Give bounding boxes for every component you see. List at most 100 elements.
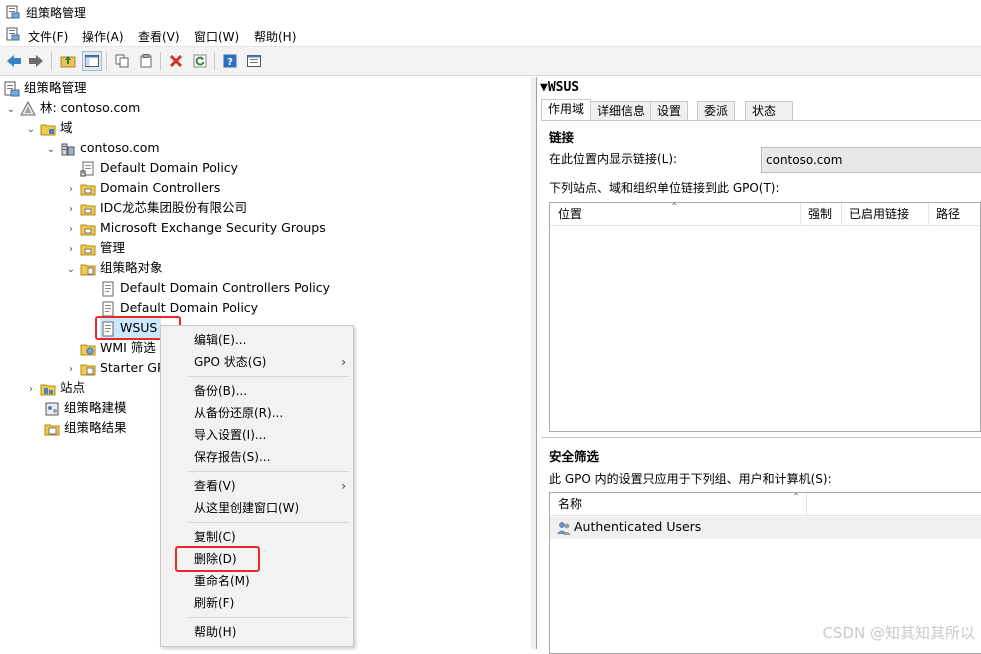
column-link-enabled[interactable]: 已启用链接 <box>849 203 909 225</box>
scope-tab-panel: 链接 在此位置内显示链接(L): contoso.com 下列站点、域和组织单位… <box>541 120 981 654</box>
tree-node-starter[interactable]: › Starter GP <box>66 358 165 378</box>
starter-icon <box>80 364 96 375</box>
chevron-down-icon[interactable]: ⌄ <box>66 260 76 280</box>
links-location-combo[interactable]: contoso.com <box>761 147 981 173</box>
menu-item-new-window[interactable]: 从这里创建窗口(W) <box>194 498 299 518</box>
sort-up-icon: ⌃ <box>670 202 679 213</box>
gpm-icon <box>4 81 20 96</box>
links-section-title: 链接 <box>549 130 575 145</box>
menu-bar: 文件(F) 操作(A) 查看(V) 窗口(W) 帮助(H) <box>0 24 981 46</box>
tab-status[interactable]: 状态 <box>745 101 793 122</box>
table-row[interactable]: Authenticated Users <box>550 517 981 539</box>
column-path[interactable]: 路径 <box>936 203 960 225</box>
tree-node-domains[interactable]: ⌄ 域 <box>26 118 72 138</box>
tree-label: WMI 筛选 <box>99 340 156 355</box>
ou-icon <box>80 244 96 255</box>
wmi-icon <box>80 344 96 355</box>
tree-label: Domain Controllers <box>99 180 221 195</box>
delete-x-icon[interactable] <box>166 51 186 71</box>
security-section-title: 安全筛选 <box>549 449 600 464</box>
menu-item-gpo-status[interactable]: GPO 状态(G) › <box>194 352 346 372</box>
tree-label: Microsoft Exchange Security Groups <box>99 220 326 235</box>
folder-icon <box>80 264 96 275</box>
context-menu: 编辑(E)... GPO 状态(G) › 备份(B)... 从备份还原(R)...… <box>160 325 354 647</box>
show-tree-icon[interactable] <box>82 51 102 71</box>
copy-icon[interactable] <box>112 51 132 71</box>
chevron-right-icon[interactable]: › <box>66 360 76 380</box>
modeling-icon <box>45 402 59 415</box>
tree-node-modeling[interactable]: 组策略建模 <box>44 398 127 418</box>
forward-arrow-icon[interactable] <box>26 51 46 71</box>
tree-node-domain[interactable]: ⌄ contoso.com <box>46 138 160 158</box>
domain-icon <box>61 143 75 155</box>
menu-help[interactable]: 帮助(H) <box>252 27 298 46</box>
tree-node-default-domain-policy-link[interactable]: Default Domain Policy <box>80 158 238 178</box>
properties-icon[interactable] <box>244 51 264 71</box>
menu-item-help[interactable]: 帮助(H) <box>194 622 236 642</box>
svg-text:?: ? <box>227 57 233 68</box>
tree-label: 林: contoso.com <box>39 100 141 115</box>
links-grid[interactable]: 位置 ⌃ 强制 已启用链接 路径 <box>549 202 981 432</box>
menu-item-restore[interactable]: 从备份还原(R)... <box>194 403 283 423</box>
tree-label: 组策略对象 <box>99 260 163 275</box>
tree-node-forest[interactable]: ⌄ 林: contoso.com <box>6 98 140 118</box>
results-icon <box>44 424 60 435</box>
menu-item-save-report[interactable]: 保存报告(S)... <box>194 447 270 467</box>
paste-icon[interactable] <box>136 51 156 71</box>
watermark: CSDN @知其知其所以 <box>822 624 975 642</box>
tab-delegation[interactable]: 委派 <box>697 101 736 122</box>
tree-node-manage[interactable]: › 管理 <box>66 238 125 258</box>
column-name[interactable]: 名称 <box>558 493 582 515</box>
tree-node-gpo-ddcp[interactable]: Default Domain Controllers Policy <box>100 278 330 298</box>
chevron-right-icon: › <box>341 479 346 493</box>
window-title: 组策略管理 <box>26 6 87 20</box>
tab-details[interactable]: 详细信息 <box>590 101 653 122</box>
tree-node-sites[interactable]: › 站点 <box>26 378 85 398</box>
tree-label: Default Domain Policy <box>99 160 239 175</box>
tree-label: contoso.com <box>79 140 160 155</box>
tree-node-results[interactable]: 组策略结果 <box>44 418 127 438</box>
chevron-down-icon[interactable]: ⌄ <box>26 120 36 140</box>
tab-scope[interactable]: 作用域 <box>541 99 592 122</box>
menu-file[interactable]: 文件(F) <box>26 27 70 46</box>
links-desc: 下列站点、域和组织单位链接到此 GPO(T): <box>549 181 780 195</box>
chevron-right-icon[interactable]: › <box>66 240 76 260</box>
refresh-icon[interactable] <box>190 51 210 71</box>
column-enforced[interactable]: 强制 <box>808 203 832 225</box>
tree-node-exchange-groups[interactable]: › Microsoft Exchange Security Groups <box>66 218 326 238</box>
chevron-right-icon[interactable]: › <box>66 200 76 220</box>
menu-window[interactable]: 窗口(W) <box>192 27 241 46</box>
menu-action[interactable]: 操作(A) <box>80 27 126 46</box>
menu-item-label: GPO 状态(G) <box>194 355 267 369</box>
highlight-delete <box>175 546 260 572</box>
menu-item-view[interactable]: 查看(V) › <box>194 476 346 496</box>
folder-icon <box>40 124 56 135</box>
tree-node-domain-controllers[interactable]: › Domain Controllers <box>66 178 220 198</box>
menu-item-refresh[interactable]: 刷新(F) <box>194 593 234 613</box>
menu-item-copy[interactable]: 复制(C) <box>194 527 236 547</box>
chevron-right-icon[interactable]: › <box>66 220 76 240</box>
menu-item-edit[interactable]: 编辑(E)... <box>194 330 246 350</box>
up-folder-icon[interactable] <box>58 51 78 71</box>
tree-node-wmi[interactable]: WMI 筛选 <box>80 338 156 358</box>
tab-settings[interactable]: 设置 <box>650 101 689 122</box>
tree-node-idc[interactable]: › IDC龙芯集团股份有限公司 <box>66 198 247 218</box>
sort-up-icon: ⌃ <box>792 492 801 503</box>
back-arrow-icon[interactable] <box>4 51 24 71</box>
menu-item-import[interactable]: 导入设置(I)... <box>194 425 266 445</box>
tree-node-root[interactable]: 组策略管理 <box>4 78 87 98</box>
menu-view[interactable]: 查看(V) <box>136 27 182 46</box>
tree-node-gpo-container[interactable]: ⌄ 组策略对象 <box>66 258 162 278</box>
chevron-down-icon[interactable]: ⌄ <box>46 140 56 160</box>
gpo-title: ▼WSUS <box>540 80 580 95</box>
chevron-right-icon[interactable]: › <box>66 180 76 200</box>
tree-node-gpo-ddp[interactable]: Default Domain Policy <box>100 298 258 318</box>
menu-item-backup[interactable]: 备份(B)... <box>194 381 247 401</box>
gpo-icon <box>102 281 114 296</box>
column-location[interactable]: 位置 <box>558 203 582 225</box>
help-icon[interactable]: ? <box>220 51 240 71</box>
gpm-icon[interactable] <box>6 27 20 41</box>
chevron-down-icon[interactable]: ⌄ <box>6 100 16 120</box>
menu-item-rename[interactable]: 重命名(M) <box>194 571 250 591</box>
chevron-right-icon[interactable]: › <box>26 380 36 400</box>
